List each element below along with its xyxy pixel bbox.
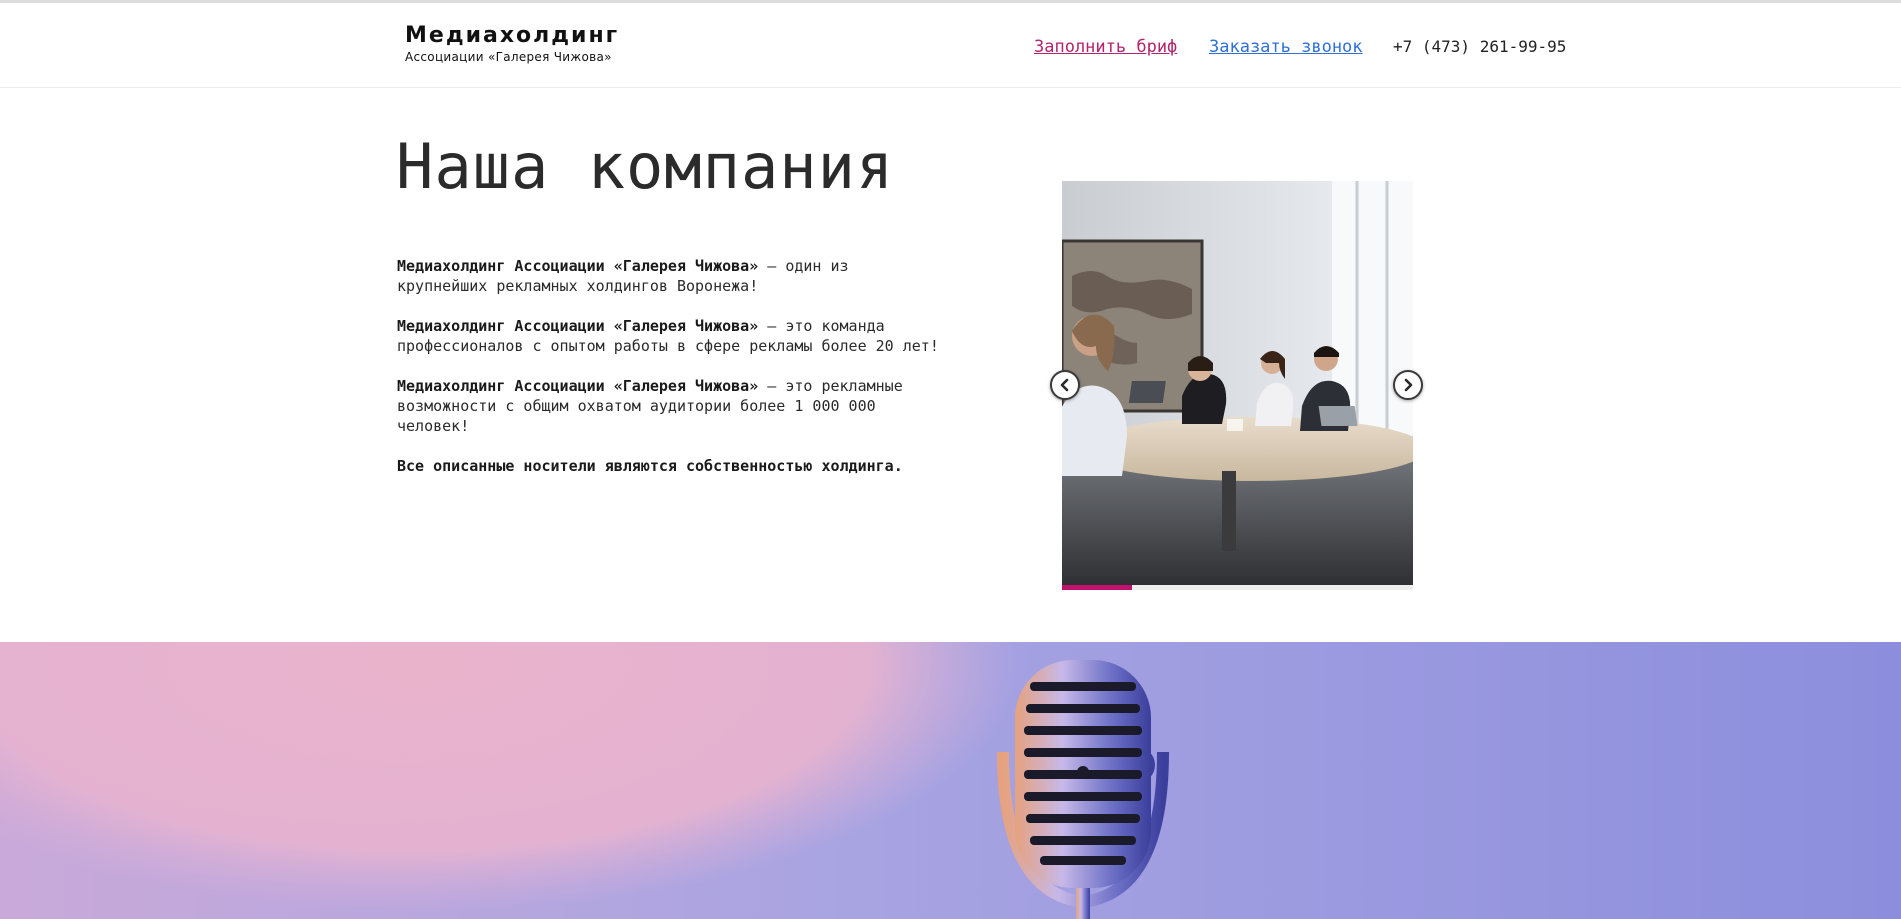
site-header: Медиахолдинг Ассоциации «Галерея Чижова»… bbox=[0, 3, 1901, 88]
fill-brief-link[interactable]: Заполнить бриф bbox=[1034, 37, 1177, 57]
chevron-right-icon bbox=[1401, 378, 1415, 392]
about-closing-bold: Все описанные носители являются собствен… bbox=[397, 457, 903, 475]
about-paragraph-bold: Медиахолдинг Ассоциации «Галерея Чижова» bbox=[397, 257, 759, 275]
image-slider bbox=[1050, 181, 1423, 593]
chevron-left-icon bbox=[1058, 378, 1072, 392]
about-paragraph: Медиахолдинг Ассоциации «Галерея Чижова»… bbox=[397, 376, 942, 436]
about-paragraph-bold: Медиахолдинг Ассоциации «Галерея Чижова» bbox=[397, 377, 759, 395]
microphone-banner-image bbox=[0, 642, 1901, 919]
page-title: Наша компания bbox=[396, 130, 895, 203]
slider-prev-button[interactable] bbox=[1050, 370, 1080, 400]
brand-logo[interactable]: Медиахолдинг Ассоциации «Галерея Чижова» bbox=[405, 23, 619, 64]
about-text: Медиахолдинг Ассоциации «Галерея Чижова»… bbox=[397, 256, 942, 496]
brand-subtitle: Ассоциации «Галерея Чижова» bbox=[405, 50, 612, 64]
phone-number[interactable]: +7 (473) 261-99-95 bbox=[1393, 37, 1566, 56]
about-closing: Все описанные носители являются собствен… bbox=[397, 456, 942, 476]
slider-progress-fill bbox=[1062, 585, 1133, 590]
brand-title: Медиахолдинг bbox=[405, 23, 620, 48]
slider-progress-bar bbox=[1062, 585, 1413, 590]
about-paragraph: Медиахолдинг Ассоциации «Галерея Чижова»… bbox=[397, 256, 942, 296]
slider-next-button[interactable] bbox=[1393, 370, 1423, 400]
about-paragraph: Медиахолдинг Ассоциации «Галерея Чижова»… bbox=[397, 316, 942, 356]
order-call-link[interactable]: Заказать звонок bbox=[1209, 37, 1363, 57]
about-paragraph-bold: Медиахолдинг Ассоциации «Галерея Чижова» bbox=[397, 317, 759, 335]
slide-office-meeting-image bbox=[1062, 181, 1413, 585]
